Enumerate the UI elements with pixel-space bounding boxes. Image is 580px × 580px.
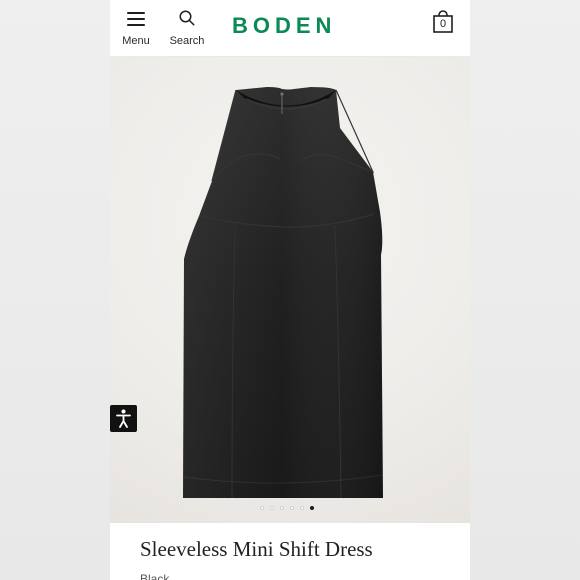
search-label: Search [169, 35, 205, 47]
carousel-dot-active[interactable] [310, 506, 314, 510]
boden-logo[interactable]: BODEN [232, 15, 336, 37]
product-image-carousel[interactable] [110, 57, 470, 523]
carousel-pagination [260, 506, 320, 512]
right-background [470, 0, 580, 580]
accessibility-icon [116, 409, 131, 428]
product-title: Sleeveless Mini Shift Dress [140, 537, 373, 561]
product-color: Black [140, 572, 170, 580]
bag-count: 0 [439, 18, 447, 30]
carousel-dot[interactable] [260, 506, 264, 510]
left-background [0, 0, 110, 580]
menu-label: Menu [122, 35, 150, 47]
hamburger-icon [127, 12, 145, 26]
carousel-dot[interactable] [280, 506, 284, 510]
carousel-dot[interactable] [300, 506, 304, 510]
accessibility-button[interactable] [110, 405, 137, 432]
search-icon [179, 10, 195, 26]
shopping-bag-button[interactable]: 0 [432, 10, 454, 34]
product-details: Sleeveless Mini Shift Dress Black [110, 523, 470, 580]
carousel-dot[interactable] [270, 506, 274, 510]
site-header: Menu Search BODEN 0 [110, 0, 470, 57]
carousel-dot[interactable] [290, 506, 294, 510]
menu-button[interactable]: Menu [111, 8, 161, 50]
mobile-page: Menu Search BODEN 0 Sleeveless Mini Shif… [110, 0, 470, 580]
search-button[interactable]: Search [162, 8, 212, 50]
dress-image [183, 87, 384, 499]
